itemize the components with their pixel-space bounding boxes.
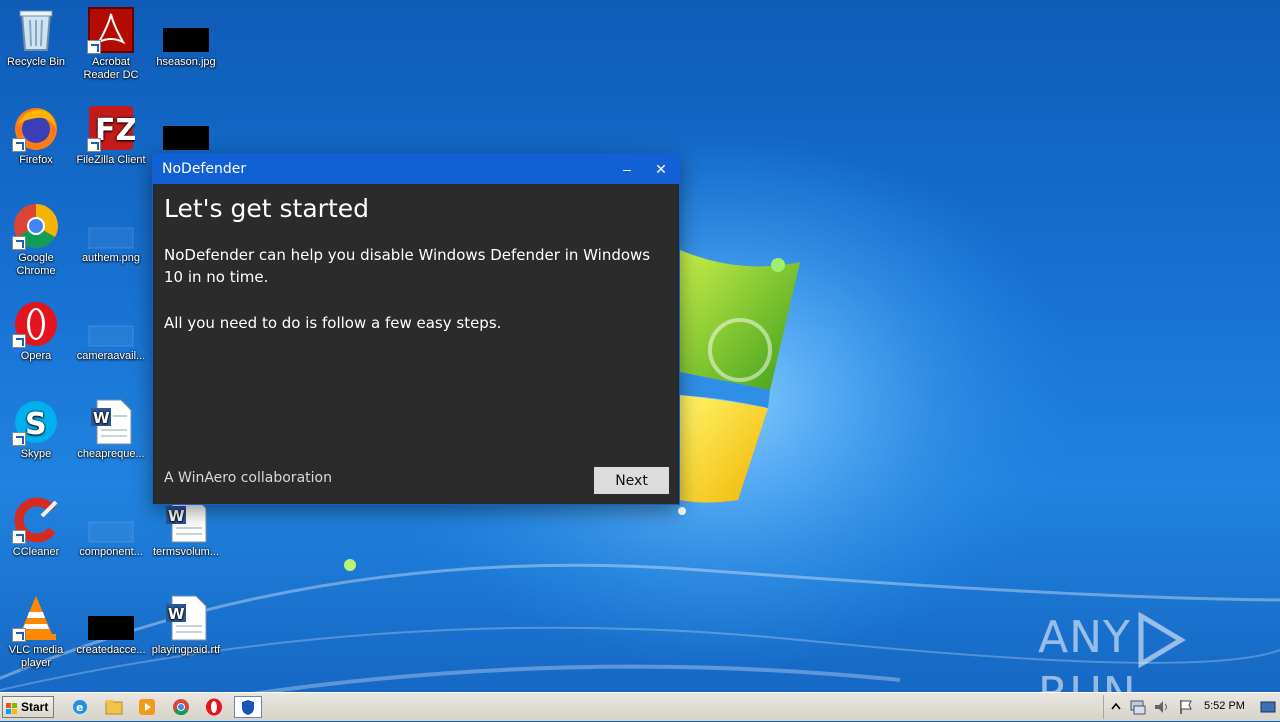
desktop-icon-label: createdacce... — [76, 644, 146, 656]
svg-text:W: W — [168, 507, 185, 525]
desktop-icon-hseason[interactable]: hseason.jpg — [150, 6, 222, 69]
desktop-icon-label: Opera — [20, 350, 52, 362]
ccleaner-icon — [12, 496, 60, 544]
filezilla-icon: FZ — [87, 104, 137, 152]
desktop-icon-acrobat[interactable]: Acrobat Reader DC — [75, 6, 147, 82]
dialog-footer-credit: A WinAero collaboration — [164, 470, 332, 486]
svg-text:FZ: FZ — [95, 113, 135, 148]
desktop-icon-playingpaid[interactable]: W playingpaid.rtf — [150, 594, 222, 657]
desktop-icon-label: Recycle Bin — [6, 56, 66, 68]
shortcut-arrow-icon — [12, 334, 26, 348]
desktop-icon-cameraavail[interactable]: cameraavail... — [75, 300, 147, 363]
shortcut-arrow-icon — [12, 530, 26, 544]
desktop-icon-createdacce[interactable]: createdacce... — [75, 594, 147, 657]
start-button[interactable]: Start — [2, 696, 54, 718]
image-file-icon — [87, 300, 135, 348]
desktop-icon-label: termsvolum... — [152, 546, 219, 558]
system-tray: 5:52 PM — [1103, 695, 1280, 719]
volume-icon[interactable] — [1152, 697, 1172, 717]
taskbar: Start e 5:52 PM — [0, 692, 1280, 721]
desktop-icon-opera[interactable]: Opera — [0, 300, 72, 363]
recycle-bin-icon — [12, 6, 60, 54]
acrobat-icon — [87, 6, 135, 54]
desktop-icon-cheapreque[interactable]: W cheapreque... — [75, 398, 147, 461]
network-icon[interactable] — [1128, 697, 1148, 717]
chrome-icon — [12, 202, 60, 250]
image-file-icon — [162, 6, 210, 54]
shortcut-arrow-icon — [12, 432, 26, 446]
image-file-icon — [162, 104, 210, 152]
firefox-icon — [12, 104, 60, 152]
image-file-icon — [87, 202, 135, 250]
desktop-icon-label: authem.png — [81, 252, 141, 264]
next-button[interactable]: Next — [594, 467, 669, 494]
dialog-description: NoDefender can help you disable Windows … — [164, 246, 651, 286]
desktop-icon-ccleaner[interactable]: CCleaner — [0, 496, 72, 559]
desktop-icon-termsvolum[interactable]: W termsvolum... — [150, 496, 222, 559]
desktop-icon-authem[interactable]: authem.png — [75, 202, 147, 265]
action-center-flag-icon[interactable] — [1176, 697, 1196, 717]
dialog-titlebar[interactable]: NoDefender – ✕ — [153, 154, 679, 184]
svg-text:e: e — [76, 701, 83, 714]
desktop-icon-filezilla[interactable]: FZ FileZilla Client — [75, 104, 147, 167]
watermark-left-text: ANY — [1038, 612, 1131, 663]
internet-explorer-icon[interactable]: e — [70, 697, 90, 717]
start-label: Start — [21, 700, 49, 714]
opera-icon — [12, 300, 60, 348]
nodefender-taskbar-icon[interactable] — [234, 696, 262, 718]
play-logo-icon — [1131, 611, 1187, 669]
dialog-heading: Let's get started — [164, 194, 369, 223]
clock[interactable]: 5:52 PM — [1204, 700, 1245, 712]
shortcut-arrow-icon — [87, 40, 101, 54]
shortcut-arrow-icon — [12, 628, 26, 642]
word-document-icon: W — [87, 398, 135, 446]
dialog-title: NoDefender — [162, 161, 247, 177]
desktop-icon-label: Skype — [20, 448, 52, 460]
desktop-icon-chrome[interactable]: Google Chrome — [0, 202, 72, 278]
image-file-icon — [87, 594, 135, 642]
windows-logo-icon — [6, 701, 18, 714]
minimize-button[interactable]: – — [615, 158, 639, 180]
shortcut-arrow-icon — [87, 138, 101, 152]
desktop-icon-label: cheapreque... — [77, 448, 145, 460]
desktop-icon-label: VLC media player — [8, 644, 64, 669]
desktop-icon-component[interactable]: component... — [75, 496, 147, 559]
chrome-taskbar-icon[interactable] — [171, 697, 191, 717]
desktop-icon-hidden-file[interactable] — [150, 104, 222, 154]
desktop-icon-recycle-bin[interactable]: Recycle Bin — [0, 6, 72, 69]
desktop-icon-skype[interactable]: S Skype — [0, 398, 72, 461]
word-document-icon: W — [162, 594, 210, 642]
media-player-icon[interactable] — [137, 697, 157, 717]
dialog-instructions: All you need to do is follow a few easy … — [164, 314, 502, 332]
show-hidden-icons-icon[interactable] — [1110, 697, 1122, 717]
desktop-icon-label: FileZilla Client — [76, 154, 146, 166]
svg-text:S: S — [25, 407, 47, 442]
skype-icon: S — [12, 398, 60, 446]
svg-text:W: W — [168, 605, 185, 623]
desktop-icon-label: CCleaner — [12, 546, 60, 558]
desktop-icon-label: cameraavail... — [76, 350, 146, 362]
image-file-icon — [87, 496, 135, 544]
desktop-icon-label: hseason.jpg — [156, 56, 216, 68]
desktop-icon-label: Firefox — [19, 154, 53, 166]
shortcut-arrow-icon — [12, 236, 26, 250]
desktop-icon-firefox[interactable]: Firefox — [0, 104, 72, 167]
nodefender-dialog: NoDefender – ✕ Let's get started NoDefen… — [153, 154, 679, 504]
desktop-icon-label: Google Chrome — [16, 252, 56, 277]
file-explorer-icon[interactable] — [104, 697, 124, 717]
shortcut-arrow-icon — [12, 138, 26, 152]
show-desktop-icon[interactable] — [1260, 697, 1276, 717]
desktop-icon-label: component... — [79, 546, 143, 558]
vlc-cone-icon — [12, 594, 60, 642]
desktop-icon-label: Acrobat Reader DC — [83, 56, 139, 81]
opera-taskbar-icon[interactable] — [204, 697, 224, 717]
desktop-icon-label: playingpaid.rtf — [151, 644, 221, 656]
desktop-icon-vlc[interactable]: VLC media player — [0, 594, 72, 670]
svg-text:W: W — [93, 409, 110, 427]
close-button[interactable]: ✕ — [649, 158, 673, 180]
